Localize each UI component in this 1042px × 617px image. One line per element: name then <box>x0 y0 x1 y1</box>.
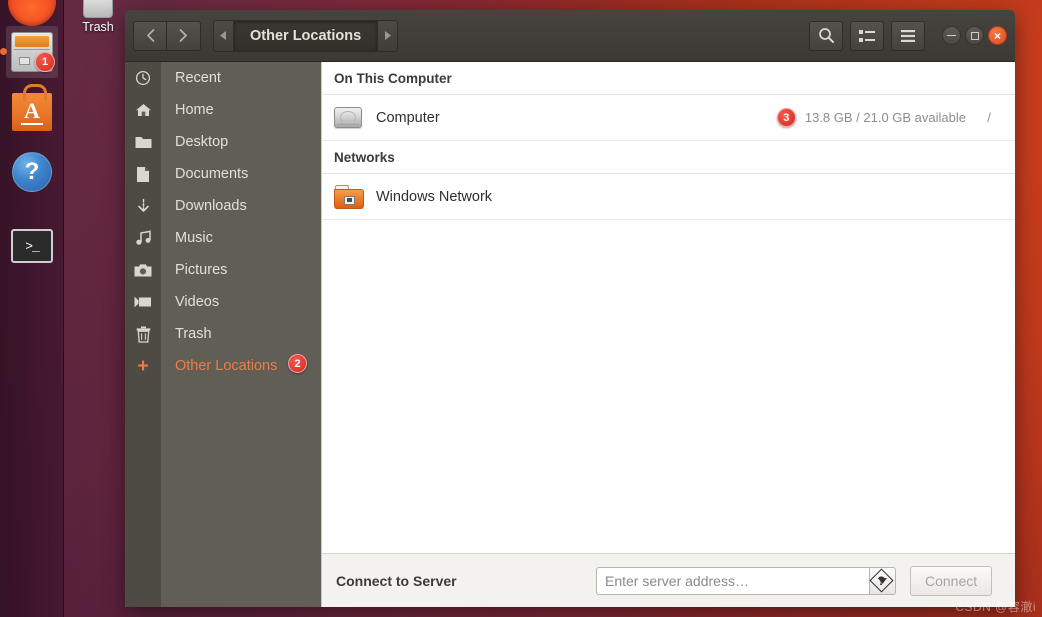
launcher-item-terminal[interactable]: >_ <box>6 220 58 272</box>
files-cabinet-icon: 1 <box>11 32 55 72</box>
sidebar-item-other-locations[interactable]: + Other Locations 2 <box>125 350 321 382</box>
sidebar-label: Pictures <box>175 262 228 278</box>
plus-icon: + <box>137 355 149 377</box>
sidebar-label: Desktop <box>175 134 229 150</box>
network-folder-icon <box>334 184 376 209</box>
sidebar-label: Home <box>175 102 214 118</box>
path-scroll-left-button[interactable] <box>213 19 233 52</box>
launcher-item-help[interactable]: ? <box>6 146 58 198</box>
search-icon <box>818 28 834 43</box>
search-button[interactable] <box>809 20 843 51</box>
csdn-watermark: CSDN @容澈i <box>955 600 1036 614</box>
camera-icon <box>125 263 161 278</box>
window-body: Recent Home Desktop Documents Downloads … <box>125 62 1015 607</box>
terminal-icon: >_ <box>11 229 53 263</box>
view-options-button[interactable] <box>850 20 884 51</box>
download-icon <box>125 198 161 215</box>
sidebar-item-documents[interactable]: Documents <box>125 158 321 190</box>
triangle-left-icon <box>220 31 226 40</box>
sidebar-item-music[interactable]: Music <box>125 222 321 254</box>
sidebar-item-videos[interactable]: Videos <box>125 286 321 318</box>
files-window: Other Locations × Recent Home Desktop Do… <box>125 10 1015 607</box>
drive-mount-point: / <box>987 110 991 125</box>
server-address-group: ? <box>596 566 896 595</box>
launcher-item-ubuntu-software[interactable]: A <box>6 84 58 138</box>
sidebar-item-home[interactable]: Home <box>125 94 321 126</box>
sidebar-label: Music <box>175 230 213 246</box>
hamburger-menu-icon <box>901 29 915 42</box>
sidebar-item-recent[interactable]: Recent <box>125 62 321 94</box>
places-sidebar: Recent Home Desktop Documents Downloads … <box>125 62 321 607</box>
maximize-button[interactable] <box>965 26 984 45</box>
headerbar-actions: × <box>809 20 1007 51</box>
minimize-button[interactable] <box>942 26 961 45</box>
navigation-buttons <box>133 20 201 51</box>
back-button[interactable] <box>133 20 167 51</box>
home-icon <box>125 102 161 118</box>
window-headerbar: Other Locations × <box>125 10 1015 62</box>
sidebar-item-downloads[interactable]: Downloads <box>125 190 321 222</box>
chevron-left-icon <box>146 29 154 42</box>
close-button[interactable]: × <box>988 26 1007 45</box>
document-icon <box>125 166 161 183</box>
server-address-input[interactable] <box>596 566 870 595</box>
desktop-trash-label: Trash <box>82 20 114 34</box>
folder-icon <box>125 135 161 150</box>
help-question-icon: ? <box>12 152 52 192</box>
desktop-trash-icon[interactable]: Trash <box>70 0 126 34</box>
connect-to-server-bar: Connect to Server ? Connect <box>322 553 1015 607</box>
main-menu-button[interactable] <box>891 20 925 51</box>
sidebar-item-trash[interactable]: Trash <box>125 318 321 350</box>
locations-list: On This Computer Computer 3 13.8 GB / 21… <box>322 62 1015 553</box>
sidebar-label: Recent <box>175 70 221 86</box>
path-scroll-right-button[interactable] <box>378 19 399 52</box>
drive-capacity: 13.8 GB / 21.0 GB available <box>804 110 966 125</box>
connect-button[interactable]: Connect <box>910 565 993 596</box>
path-bar: Other Locations <box>213 19 399 52</box>
launcher-item-files[interactable]: 1 <box>0 26 58 78</box>
trash-icon <box>125 326 161 343</box>
location-row-computer[interactable]: Computer 3 13.8 GB / 21.0 GB available / <box>322 95 1015 141</box>
sidebar-label: Downloads <box>175 198 247 214</box>
clock-icon <box>125 70 161 86</box>
sidebar-item-desktop[interactable]: Desktop <box>125 126 321 158</box>
trash-can-icon <box>83 0 113 18</box>
sidebar-item-pictures[interactable]: Pictures <box>125 254 321 286</box>
drive-badge: 3 <box>776 108 796 127</box>
triangle-right-icon <box>385 31 392 40</box>
minimize-icon <box>947 34 956 37</box>
content-pane: On This Computer Computer 3 13.8 GB / 21… <box>321 62 1015 607</box>
close-icon: × <box>993 28 1001 43</box>
forward-button[interactable] <box>167 20 201 51</box>
window-controls: × <box>942 26 1007 45</box>
location-name: Windows Network <box>376 188 493 205</box>
launcher-badge-files: 1 <box>35 52 55 72</box>
sidebar-badge-other-locations: 2 <box>288 354 307 373</box>
section-heading-networks: Networks <box>322 141 1015 174</box>
music-note-icon <box>125 230 161 246</box>
desktop: 1 A ? >_ Trash Other Locations × Recent … <box>0 0 1042 617</box>
breadcrumb-other-locations[interactable]: Other Locations <box>233 19 379 52</box>
connect-to-server-label: Connect to Server <box>336 572 457 589</box>
sidebar-label: Trash <box>175 326 212 342</box>
unity-launcher[interactable]: 1 A ? >_ <box>0 0 64 617</box>
maximize-icon <box>970 31 979 40</box>
hard-drive-icon <box>334 107 376 128</box>
section-heading-on-this-computer: On This Computer <box>322 62 1015 95</box>
chevron-right-icon <box>179 29 188 42</box>
software-bag-icon: A <box>12 84 52 131</box>
sidebar-label: Other Locations <box>175 358 278 374</box>
location-name: Computer <box>376 109 440 126</box>
list-view-icon <box>859 29 875 42</box>
sidebar-label: Documents <box>175 166 249 182</box>
location-row-windows-network[interactable]: Windows Network <box>322 174 1015 220</box>
location-meta: 3 13.8 GB / 21.0 GB available / <box>776 108 1003 127</box>
ubuntu-dash-icon[interactable] <box>8 0 56 26</box>
video-camera-icon <box>125 296 161 308</box>
sidebar-label: Videos <box>175 294 220 310</box>
